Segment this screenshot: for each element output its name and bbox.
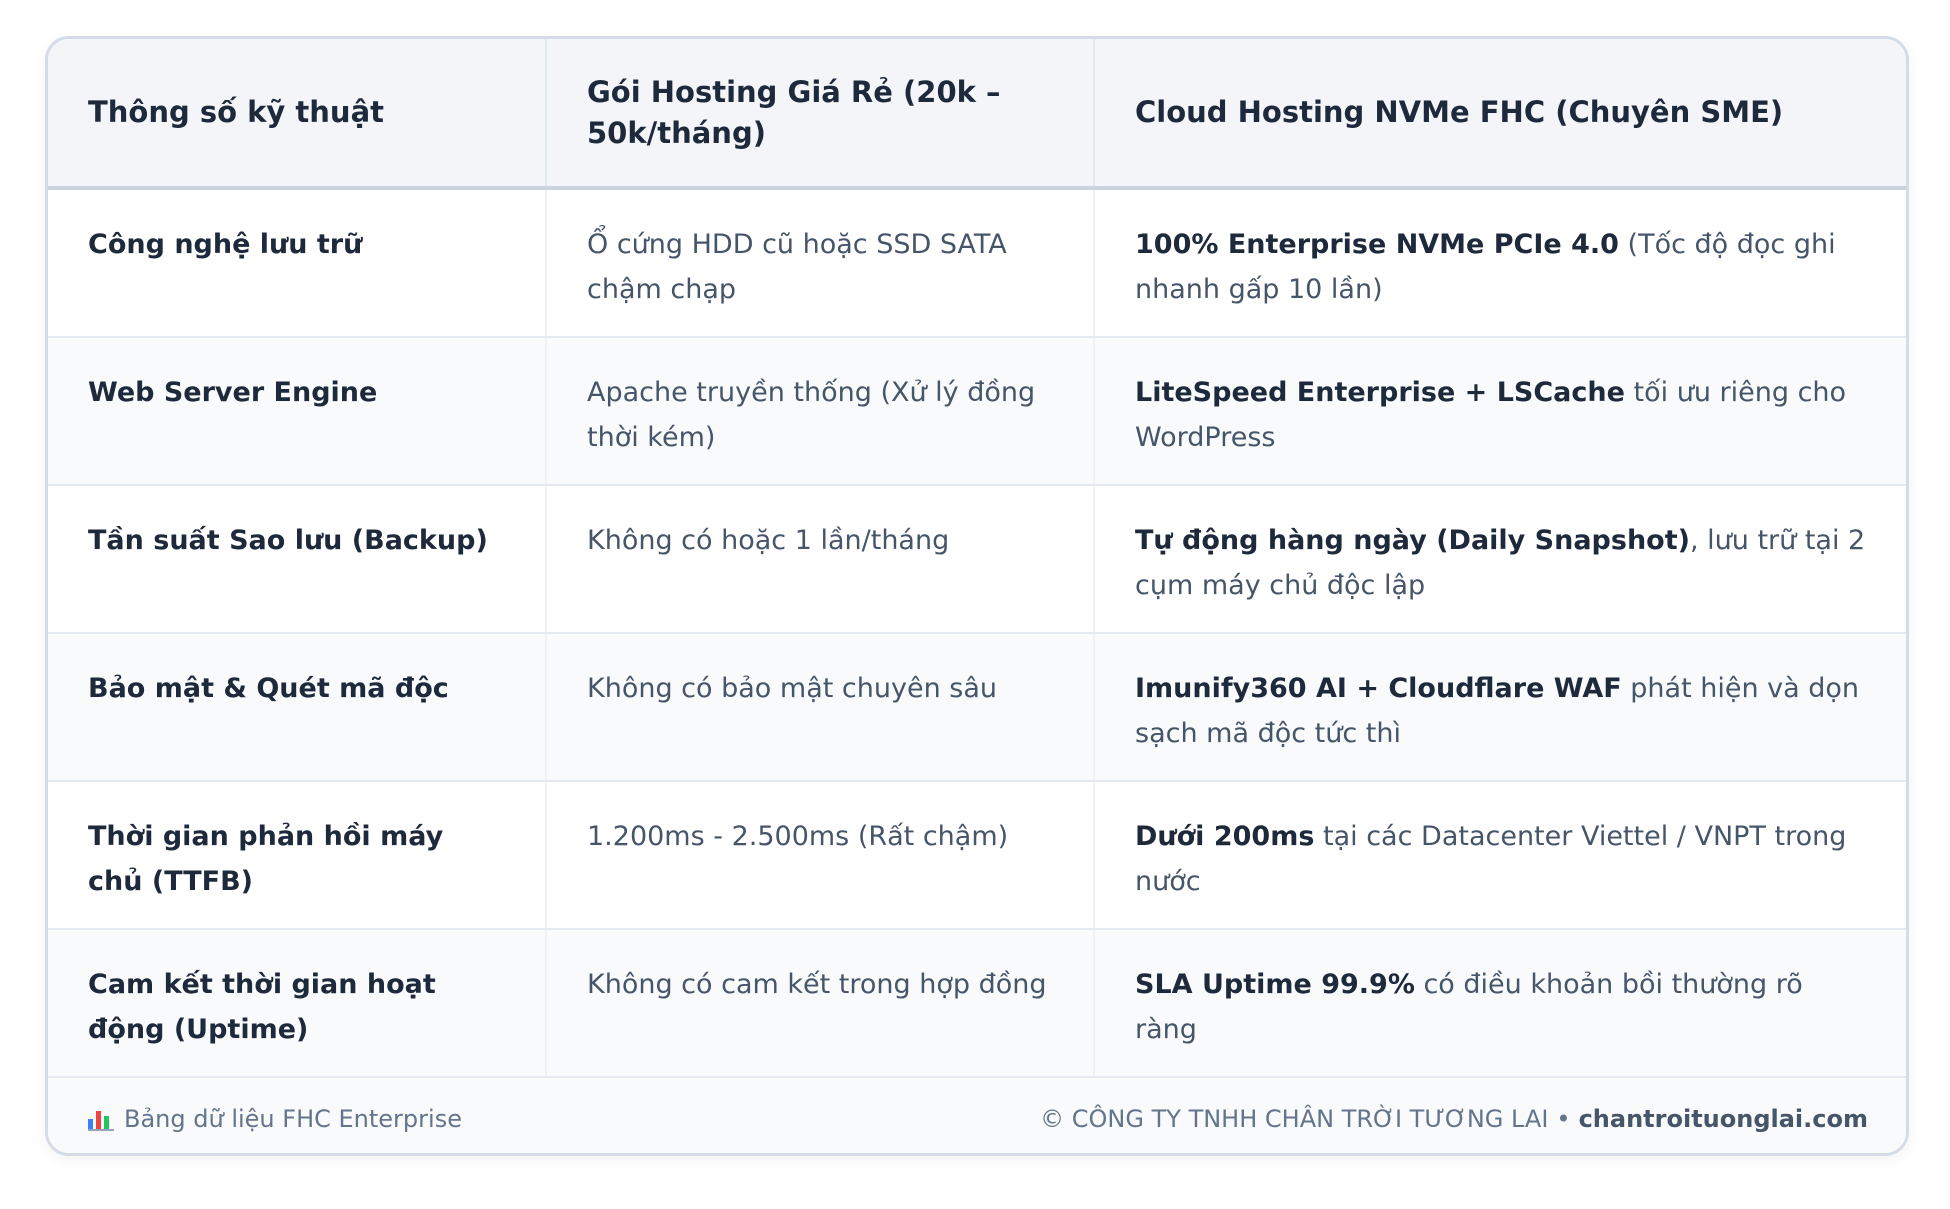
comparison-table-card: Thông số kỹ thuật Gói Hosting Giá Rẻ (20… <box>45 36 1909 1156</box>
table-header: Thông số kỹ thuật Gói Hosting Giá Rẻ (20… <box>48 39 1906 190</box>
fhc-cell: LiteSpeed Enterprise + LSCache tối ưu ri… <box>1093 338 1906 484</box>
fhc-highlight: Dưới 200ms <box>1135 821 1315 852</box>
website-link[interactable]: chantroituonglai.com <box>1579 1105 1868 1133</box>
spec-cell: Web Server Engine <box>88 377 378 408</box>
footer-source: Bảng dữ liệu FHC Enterprise <box>88 1105 462 1133</box>
spec-cell: Tần suất Sao lưu (Backup) <box>88 525 488 556</box>
footer-separator: • <box>1556 1104 1571 1133</box>
fhc-cell: SLA Uptime 99.9% có điều khoản bồi thườn… <box>1093 930 1906 1076</box>
fhc-cell: Imunify360 AI + Cloudflare WAF phát hiện… <box>1093 634 1906 780</box>
cheap-cell: Không có hoặc 1 lần/tháng <box>545 486 1093 632</box>
table-row: Công nghệ lưu trữ Ổ cứng HDD cũ hoặc SSD… <box>48 190 1906 338</box>
spec-cell: Cam kết thời gian hoạt động (Uptime) <box>88 969 436 1045</box>
fhc-highlight: Tự động hàng ngày (Daily Snapshot) <box>1135 525 1690 556</box>
spec-cell: Bảo mật & Quét mã độc <box>88 673 449 704</box>
cheap-cell: 1.200ms - 2.500ms (Rất chậm) <box>545 782 1093 928</box>
fhc-highlight: 100% Enterprise NVMe PCIe 4.0 <box>1135 229 1619 260</box>
spec-cell: Công nghệ lưu trữ <box>88 229 363 260</box>
fhc-highlight: LiteSpeed Enterprise + LSCache <box>1135 377 1625 408</box>
fhc-highlight: SLA Uptime 99.9% <box>1135 969 1415 1000</box>
fhc-highlight: Imunify360 AI + Cloudflare WAF <box>1135 673 1622 704</box>
spec-cell: Thời gian phản hồi máy chủ (TTFB) <box>88 821 444 897</box>
table-row: Web Server Engine Apache truyền thống (X… <box>48 338 1906 486</box>
table-row: Cam kết thời gian hoạt động (Uptime) Khô… <box>48 930 1906 1078</box>
fhc-cell: Tự động hàng ngày (Daily Snapshot), lưu … <box>1093 486 1906 632</box>
table-row: Tần suất Sao lưu (Backup) Không có hoặc … <box>48 486 1906 634</box>
fhc-cell: 100% Enterprise NVMe PCIe 4.0 (Tốc độ đọ… <box>1093 190 1906 336</box>
table-footer: Bảng dữ liệu FHC Enterprise © CÔNG TY TN… <box>48 1078 1906 1153</box>
bar-chart-icon <box>88 1107 114 1131</box>
fhc-cell: Dưới 200ms tại các Datacenter Viettel / … <box>1093 782 1906 928</box>
header-spec: Thông số kỹ thuật <box>88 95 385 129</box>
header-cheap-hosting: Gói Hosting Giá Rẻ (20k – 50k/tháng) <box>545 39 1093 186</box>
cheap-cell: Không có cam kết trong hợp đồng <box>545 930 1093 1076</box>
company-name: © CÔNG TY TNHH CHÂN TRỜI TƯƠNG LAI <box>1040 1104 1549 1133</box>
table-row: Bảo mật & Quét mã độc Không có bảo mật c… <box>48 634 1906 782</box>
cheap-cell: Ổ cứng HDD cũ hoặc SSD SATA chậm chạp <box>545 190 1093 336</box>
footer-source-label: Bảng dữ liệu FHC Enterprise <box>124 1104 462 1133</box>
cheap-cell: Apache truyền thống (Xử lý đồng thời kém… <box>545 338 1093 484</box>
footer-copyright: © CÔNG TY TNHH CHÂN TRỜI TƯƠNG LAI • cha… <box>1040 1105 1868 1133</box>
header-fhc-hosting: Cloud Hosting NVMe FHC (Chuyên SME) <box>1093 39 1906 186</box>
cheap-cell: Không có bảo mật chuyên sâu <box>545 634 1093 780</box>
table-row: Thời gian phản hồi máy chủ (TTFB) 1.200m… <box>48 782 1906 930</box>
